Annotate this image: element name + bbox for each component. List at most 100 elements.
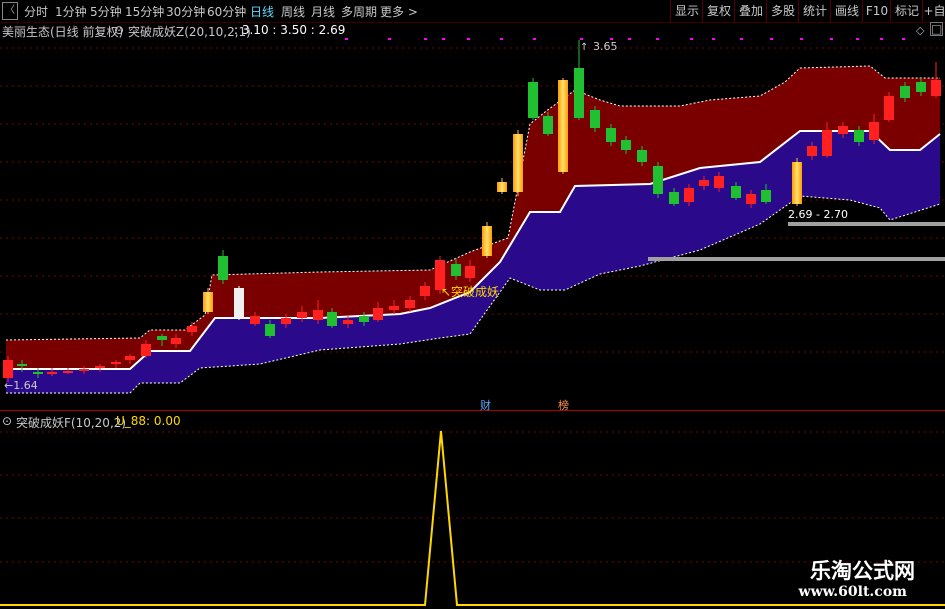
candle-body: [373, 308, 383, 320]
price-range-label: 2.69 - 2.70: [788, 208, 848, 221]
tab-fenshi[interactable]: 分时: [24, 3, 48, 20]
indicator-toggle-icon[interactable]: ⊙: [114, 23, 124, 37]
signal-dot: [628, 38, 631, 40]
candle-body: [33, 372, 43, 374]
candle-body: [63, 371, 73, 373]
candle-body: [465, 266, 475, 278]
candle-body: [792, 162, 802, 204]
signal-dot: [740, 38, 743, 40]
candle-body: [497, 182, 507, 192]
signal-dot: [770, 38, 773, 40]
period-toolbar: 〈 分时 1分钟 5分钟 15分钟 30分钟 60分钟 日线 周线 月线 多周期…: [0, 0, 945, 23]
candle-body: [451, 264, 461, 276]
tab-60min[interactable]: 60分钟: [207, 3, 246, 20]
candle-body: [822, 130, 832, 156]
candle-body: [218, 256, 228, 280]
ranking-event-icon[interactable]: 榜: [558, 398, 569, 412]
candle-body: [714, 176, 724, 188]
candle-body: [513, 134, 523, 192]
signal-dot: [880, 38, 883, 40]
candle-body: [313, 310, 323, 320]
candle-body: [265, 324, 275, 336]
candle-body: [157, 336, 167, 340]
candle-body: [590, 110, 600, 128]
candle-body: [250, 316, 260, 324]
candle-body: [761, 190, 771, 202]
tab-weekly[interactable]: 周线: [281, 3, 305, 20]
finance-event-icon[interactable]: 财: [480, 398, 491, 412]
candle-body: [574, 68, 584, 118]
high-price-label: 3.65: [593, 40, 618, 53]
candlestick-chart: ↑ 3.65 ←1.64 ↖突破成妖 2.69 - 2.70 财 榜: [0, 38, 945, 412]
candle-body: [281, 318, 291, 324]
candle-body: [141, 344, 151, 356]
candle-body: [203, 292, 213, 312]
candle-body: [807, 146, 817, 156]
collapse-icon[interactable]: □: [930, 22, 943, 36]
candle-body: [187, 326, 197, 332]
candle-body: [95, 366, 105, 368]
signal-dot: [533, 38, 536, 40]
candle-body: [558, 80, 568, 172]
signal-dot: [656, 38, 659, 40]
signal-dot: [712, 38, 715, 40]
watermark-url: www.60lt.com: [798, 584, 907, 600]
multi-stock-button[interactable]: 多股: [766, 0, 799, 22]
f10-button[interactable]: F10: [862, 0, 891, 22]
tab-30min[interactable]: 30分钟: [166, 3, 205, 20]
candle-body: [528, 82, 538, 118]
signal-dot: [442, 38, 445, 40]
candle-body: [684, 188, 694, 202]
candle-body: [900, 86, 910, 98]
draw-button[interactable]: 画线: [830, 0, 863, 22]
candle-body: [125, 356, 135, 360]
back-button[interactable]: 〈: [2, 2, 18, 20]
tab-monthly[interactable]: 月线: [311, 3, 335, 20]
signal-dot: [856, 38, 859, 40]
tab-15min[interactable]: 15分钟: [125, 3, 164, 20]
signal-spike-line: [0, 430, 945, 606]
candle-body: [389, 306, 399, 310]
main-indicator-values: : 3.10 : 3.50 : 2.69: [234, 23, 346, 37]
add-button[interactable]: +自: [922, 0, 945, 22]
tab-5min[interactable]: 5分钟: [90, 3, 122, 20]
support-bar: [788, 222, 945, 226]
candle-body: [931, 80, 941, 96]
overlay-button[interactable]: 叠加: [734, 0, 767, 22]
candle-body: [699, 180, 709, 186]
signal-dot: [467, 38, 470, 40]
candle-body: [746, 194, 756, 204]
signal-dot: [580, 38, 583, 40]
stats-button[interactable]: 统计: [798, 0, 831, 22]
signal-dot: [690, 38, 693, 40]
signal-dot: [345, 38, 348, 40]
tab-multi-period[interactable]: 多周期: [341, 3, 377, 20]
watermark-name: 乐淘公式网: [810, 559, 915, 583]
tab-more[interactable]: 更多 >: [380, 3, 418, 20]
candle-body: [111, 362, 121, 364]
candle-body: [359, 316, 369, 322]
candle-body: [621, 140, 631, 150]
show-button[interactable]: 显示: [670, 0, 703, 22]
candle-body: [653, 166, 663, 194]
tab-1min[interactable]: 1分钟: [55, 3, 87, 20]
candle-body: [297, 312, 307, 318]
signal-dot: [500, 38, 503, 40]
low-price-label: ←1.64: [4, 379, 38, 392]
support-bar: [648, 257, 945, 261]
candle-body: [343, 320, 353, 324]
candle-body: [420, 286, 430, 296]
candle-body: [234, 288, 244, 318]
signal-dot: [902, 38, 905, 40]
mark-button[interactable]: 标记: [890, 0, 923, 22]
candle-body: [669, 192, 679, 204]
panel-divider: [0, 410, 945, 411]
adjust-button[interactable]: 复权: [702, 0, 735, 22]
candle-body: [606, 128, 616, 142]
candle-body: [482, 226, 492, 256]
tab-daily[interactable]: 日线: [250, 3, 274, 20]
high-marker-icon: ↑: [580, 42, 588, 53]
candle-body: [17, 364, 27, 366]
diamond-icon[interactable]: ◇: [916, 24, 924, 37]
candle-body: [47, 372, 57, 374]
